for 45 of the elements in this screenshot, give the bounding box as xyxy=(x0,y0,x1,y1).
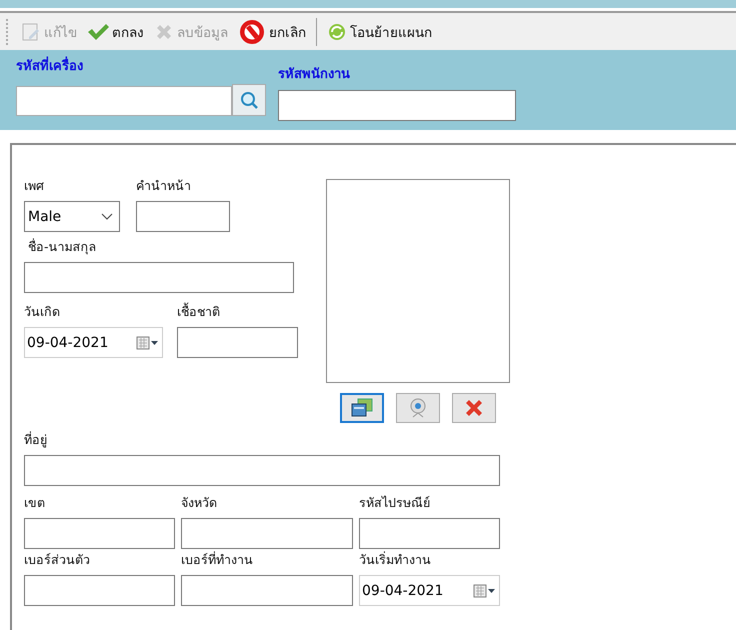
remove-image-button[interactable] xyxy=(452,393,496,423)
field-label: ชื่อ-นามสกุล xyxy=(28,237,98,256)
toolbar-button[interactable]: โอนย้ายแผนก xyxy=(323,18,436,44)
machine-code-field[interactable] xyxy=(16,86,232,116)
gender-dropdown[interactable]: Male xyxy=(24,201,120,232)
prohibited-icon xyxy=(238,18,266,46)
province-field[interactable] xyxy=(181,518,353,549)
name-field[interactable] xyxy=(24,262,294,293)
field-label: เบอร์ที่ทำงาน xyxy=(181,550,254,569)
edit-icon xyxy=(21,22,41,42)
search-button[interactable] xyxy=(232,84,266,116)
windows-icon xyxy=(351,398,373,418)
nationality-field[interactable] xyxy=(177,327,298,358)
prefix-field[interactable] xyxy=(136,201,230,232)
checkmark-icon xyxy=(87,22,109,40)
field-label: คำนำหน้า xyxy=(136,177,192,195)
refresh-icon xyxy=(327,22,347,42)
field-label: รหัสที่เครื่อง xyxy=(16,56,266,78)
toolbar-button[interactable]: ตกลง xyxy=(83,18,148,44)
start-date-picker[interactable]: 09-04-2021 xyxy=(359,575,500,606)
field-label: จังหวัด xyxy=(181,494,218,512)
district-field[interactable] xyxy=(24,518,175,549)
birth-date-picker[interactable]: 09-04-2021 xyxy=(24,327,163,358)
toolbar-button[interactable]: ยกเลิก xyxy=(234,16,310,48)
chevron-down-icon xyxy=(101,212,113,220)
field-label: เชื้อชาติ xyxy=(177,302,221,321)
employee-code-field[interactable] xyxy=(278,90,516,121)
field-label: ที่อยู่ xyxy=(24,430,48,450)
field-label: วันเริ่มทำงาน xyxy=(359,550,432,569)
field-label: เบอร์ส่วนตัว xyxy=(24,551,91,569)
calendar-dropdown-icon[interactable] xyxy=(473,584,497,598)
field-label: เขต xyxy=(24,494,46,512)
webcam-icon xyxy=(409,398,427,418)
calendar-dropdown-icon[interactable] xyxy=(136,336,160,350)
field-label: รหัสไปรษณีย์ xyxy=(359,494,431,512)
field-label: วันเกิด xyxy=(24,303,61,321)
search-icon xyxy=(240,91,258,109)
phone-field[interactable] xyxy=(24,575,175,606)
field-label: เพศ xyxy=(24,177,45,195)
field-label: รหัสพนักงาน xyxy=(278,66,351,84)
webcam-button[interactable] xyxy=(396,393,440,423)
address-field[interactable] xyxy=(24,455,500,486)
postal-code-field[interactable] xyxy=(359,518,500,549)
browse-image-button[interactable] xyxy=(340,393,384,423)
work-phone-field[interactable] xyxy=(181,575,353,606)
